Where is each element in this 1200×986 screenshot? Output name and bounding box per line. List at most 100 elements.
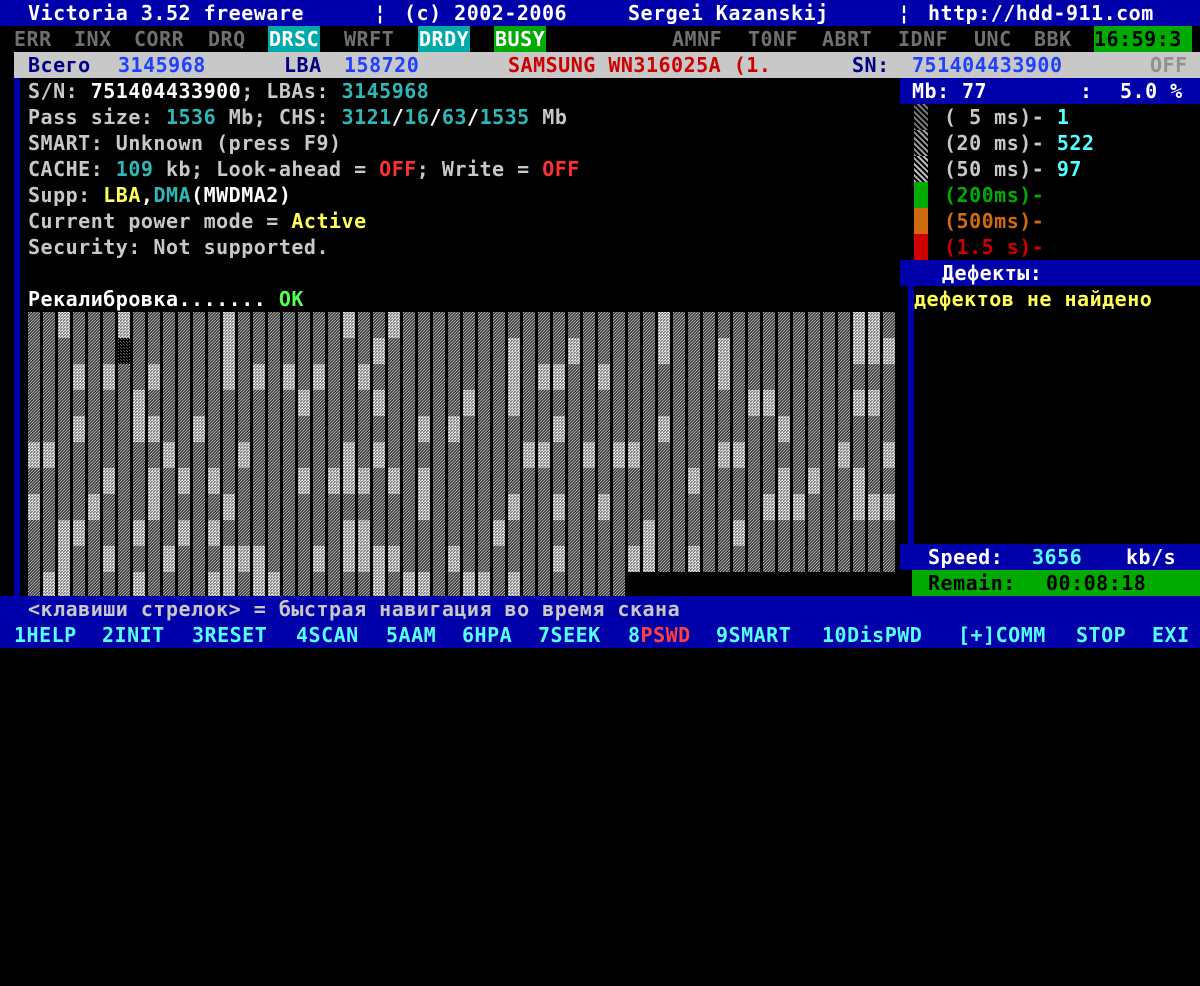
scan-block-light [478, 572, 490, 598]
security-line: Security: Not supported. [28, 235, 329, 259]
flag-amnf: AMNF [672, 27, 723, 51]
scan-block-light [838, 442, 850, 468]
scan-block [268, 312, 280, 598]
left-border [14, 78, 20, 596]
scan-block-light [268, 572, 280, 598]
scan-block-light [718, 338, 730, 364]
scan-block-light [343, 468, 355, 494]
scan-block-light [688, 546, 700, 572]
scan-block-light [313, 364, 325, 390]
defects-title: Дефекты: [942, 261, 1043, 285]
scan-block-light [553, 364, 565, 390]
timing-row-20ms: (20 ms)- 522 [944, 131, 1095, 155]
scan-block-light [868, 338, 880, 364]
fkey-reset[interactable]: 3RESET [192, 622, 267, 648]
scan-block-light [298, 468, 310, 494]
scan-block-light [523, 442, 535, 468]
mb-value: 77 [962, 79, 988, 103]
scan-block-light [208, 468, 220, 494]
scan-block-light [553, 494, 565, 520]
fkey-scan[interactable]: 4SCAN [296, 622, 359, 648]
scan-block-light [688, 468, 700, 494]
scan-block-light [358, 364, 370, 390]
scan-block [148, 312, 160, 598]
stats-separator: : [1080, 79, 1093, 103]
scan-block [478, 312, 490, 598]
scan-block-light [133, 572, 145, 598]
scan-block-light [148, 468, 160, 494]
timing-row-1-5s: (1.5 s)- [944, 235, 1045, 259]
scan-block-light [853, 468, 865, 494]
scan-block-light [403, 572, 415, 598]
scan-block-light [343, 546, 355, 572]
flag-drsc: DRSC [268, 26, 321, 52]
drive-info-bar: Всего 3145968 LBA 158720 SAMSUNG WN31602… [14, 52, 1200, 78]
scan-block-light [328, 468, 340, 494]
scan-block-light [373, 546, 385, 572]
fkey-pswd[interactable]: 8PSWD [628, 622, 691, 648]
scan-block-light [553, 416, 565, 442]
supported-line: Supp: LBA,DMA(MWDMA2) [28, 183, 292, 207]
flag-busy: BUSY [494, 26, 547, 52]
scan-block-light [463, 572, 475, 598]
speed-unit: kb/s [1126, 545, 1177, 569]
defects-list: дефектов не найдено [914, 287, 1153, 311]
scan-block-light [373, 338, 385, 364]
flag-drdy: DRDY [418, 26, 471, 52]
scan-block-light [508, 364, 520, 390]
scan-block [748, 312, 760, 598]
scan-block-map [28, 312, 898, 598]
scan-block-light [553, 546, 565, 572]
fkey-hpa[interactable]: 6HPA [462, 622, 512, 648]
scan-block [463, 312, 475, 598]
scan-block-light [133, 520, 145, 546]
scan-block-light [103, 364, 115, 390]
scan-block-light [73, 416, 85, 442]
scan-block [493, 312, 505, 598]
scan-block-light [88, 494, 100, 520]
defects-border [908, 286, 914, 544]
fkey-comm[interactable]: [+]COMM [958, 622, 1046, 648]
scan-block-light [343, 520, 355, 546]
scan-block-light [883, 442, 895, 468]
scan-block-light [283, 364, 295, 390]
scan-block-light [463, 390, 475, 416]
fkey-init[interactable]: 2INIT [102, 622, 165, 648]
defects-header: Дефекты: [900, 260, 1200, 286]
unscanned-area [628, 572, 898, 598]
flag-drq: DRQ [208, 27, 246, 51]
scan-block-light [508, 572, 520, 598]
timing-bar-500ms [914, 208, 928, 234]
lba-value: 158720 [344, 53, 420, 77]
fkey-stop[interactable]: STOP [1076, 622, 1126, 648]
scan-block-light [223, 494, 235, 520]
fkey-smart[interactable]: 9SMART [716, 622, 791, 648]
scan-block-light [718, 442, 730, 468]
scan-block [328, 312, 340, 598]
smart-line: SMART: Unknown (press F9) [28, 131, 342, 155]
scan-block-light [163, 546, 175, 572]
fkey-dispwd[interactable]: 10DisPWD [822, 622, 922, 648]
scan-block-light [868, 312, 880, 338]
timing-bar-5ms [914, 104, 928, 130]
fkey-exit[interactable]: EXI [1152, 622, 1190, 648]
scan-block [133, 312, 145, 598]
fkey-help[interactable]: 1HELP [14, 622, 77, 648]
fkey-seek[interactable]: 7SEEK [538, 622, 601, 648]
total-value: 3145968 [118, 53, 206, 77]
scan-block-light [418, 494, 430, 520]
remain-value: 00:08:18 [1046, 571, 1147, 595]
copyright-text: (c) 2002-2006 [404, 1, 568, 25]
scan-block-light [763, 390, 775, 416]
scan-block-light [448, 546, 460, 572]
scan-block-light [808, 468, 820, 494]
fkey-aam[interactable]: 5AAM [386, 622, 436, 648]
scan-block-light [223, 312, 235, 338]
hint-bar: <клавиши стрелок> = быстрая навигация во… [0, 596, 1200, 622]
scan-block-light [853, 312, 865, 338]
scan-block-light [253, 546, 265, 572]
flag-err: ERR [14, 27, 52, 51]
percent-value: 5.0 % [1120, 79, 1183, 103]
scan-block-light [883, 494, 895, 520]
hint-text: <клавиши стрелок> = быстрая навигация во… [28, 597, 681, 621]
